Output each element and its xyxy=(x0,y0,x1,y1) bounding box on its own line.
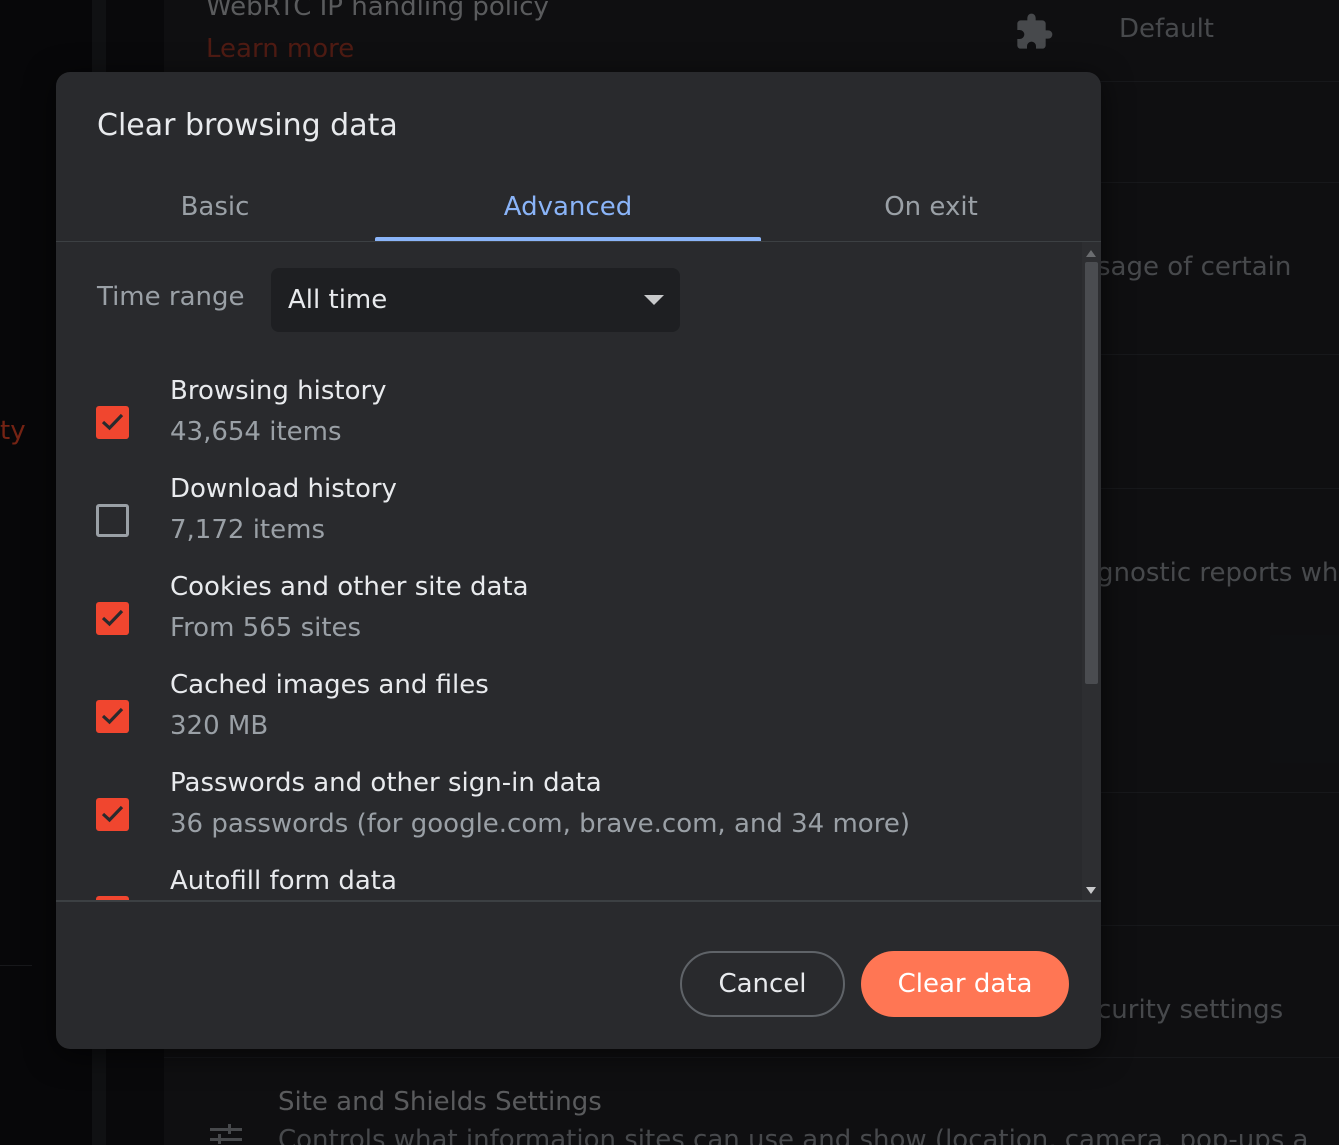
tab-bar: Basic Advanced On exit xyxy=(56,172,1101,242)
item-subtitle: 36 passwords (for google.com, brave.com,… xyxy=(170,809,910,839)
dropdown-arrow-icon xyxy=(644,295,664,305)
list-item-autofill[interactable]: Autofill form data xyxy=(56,866,1082,900)
cookies-checkbox[interactable] xyxy=(96,602,129,635)
checkmark-icon xyxy=(101,413,124,431)
scrollbar-thumb[interactable] xyxy=(1085,262,1098,684)
list-item-passwords[interactable]: Passwords and other sign-in data 36 pass… xyxy=(56,768,1082,866)
item-title: Passwords and other sign-in data xyxy=(170,768,602,798)
item-subtitle: 43,654 items xyxy=(170,417,342,447)
dialog-title: Clear browsing data xyxy=(97,108,398,143)
scroll-up-arrow-icon[interactable] xyxy=(1086,250,1096,257)
download-history-checkbox[interactable] xyxy=(96,504,129,537)
checkmark-icon xyxy=(101,707,124,725)
cached-images-checkbox[interactable] xyxy=(96,700,129,733)
clear-browsing-data-dialog: Clear browsing data Basic Advanced On ex… xyxy=(56,72,1101,1049)
list-item-cached-images[interactable]: Cached images and files 320 MB xyxy=(56,670,1082,768)
list-item-download-history[interactable]: Download history 7,172 items xyxy=(56,474,1082,572)
item-title: Download history xyxy=(170,474,397,504)
dialog-content[interactable]: Time range All time Browsing history 43,… xyxy=(56,242,1082,900)
time-range-value: All time xyxy=(288,285,388,315)
list-item-cookies[interactable]: Cookies and other site data From 565 sit… xyxy=(56,572,1082,670)
scroll-down-arrow-icon[interactable] xyxy=(1086,887,1096,894)
item-title: Cached images and files xyxy=(170,670,489,700)
list-item-browsing-history[interactable]: Browsing history 43,654 items xyxy=(56,376,1082,474)
item-subtitle: 7,172 items xyxy=(170,515,325,545)
cancel-button[interactable]: Cancel xyxy=(680,951,845,1017)
tab-on-exit[interactable]: On exit xyxy=(826,172,1036,242)
checkmark-icon xyxy=(101,805,124,823)
time-range-label: Time range xyxy=(97,282,245,312)
tab-advanced[interactable]: Advanced xyxy=(375,172,761,242)
item-title: Browsing history xyxy=(170,376,387,406)
item-title: Autofill form data xyxy=(170,866,397,896)
footer-divider xyxy=(56,900,1101,902)
browsing-history-checkbox[interactable] xyxy=(96,406,129,439)
item-subtitle: 320 MB xyxy=(170,711,269,741)
time-range-select[interactable]: All time xyxy=(271,268,680,332)
item-title: Cookies and other site data xyxy=(170,572,529,602)
checkmark-icon xyxy=(101,609,124,627)
clear-data-button[interactable]: Clear data xyxy=(861,951,1069,1017)
passwords-checkbox[interactable] xyxy=(96,798,129,831)
tab-basic[interactable]: Basic xyxy=(112,172,318,242)
item-subtitle: From 565 sites xyxy=(170,613,362,643)
